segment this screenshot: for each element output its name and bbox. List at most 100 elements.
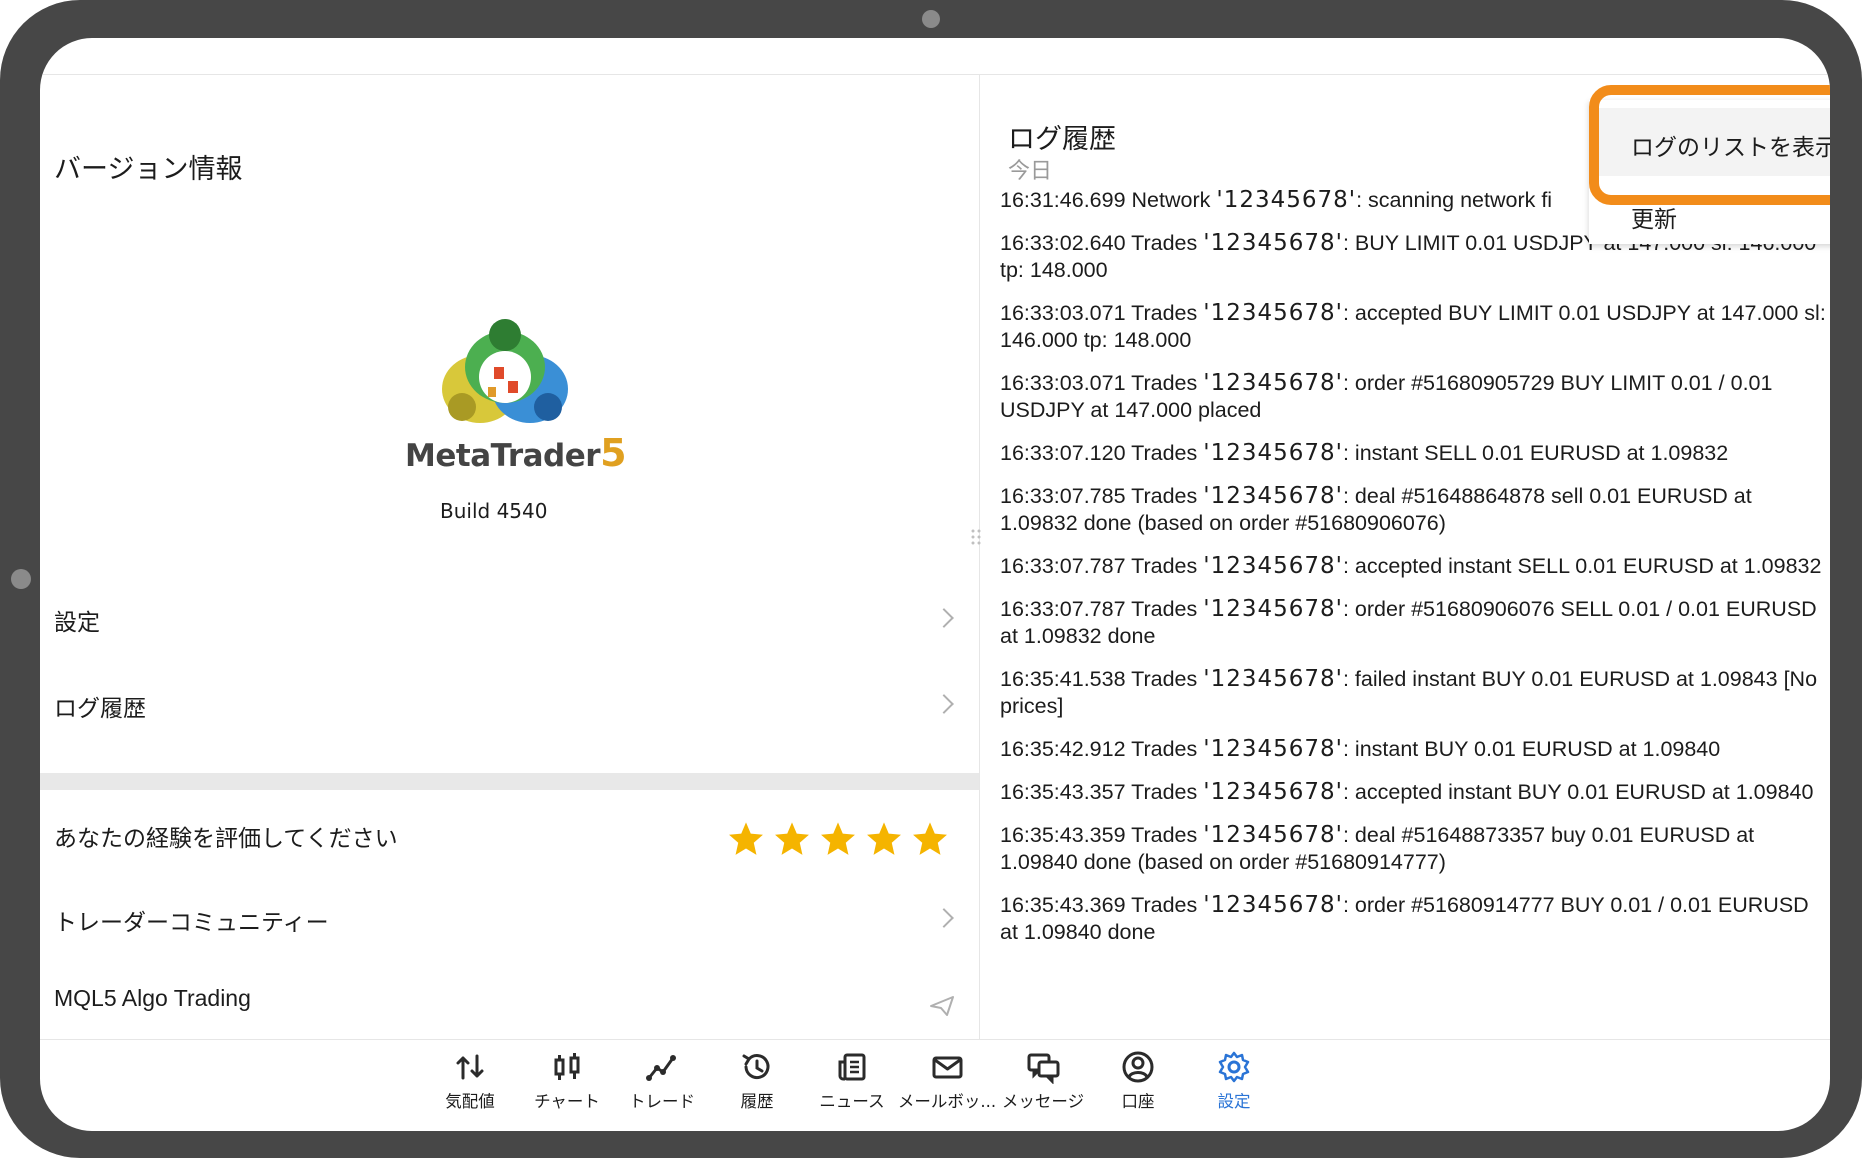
log-source: Trades — [1131, 484, 1198, 508]
log-history-row[interactable]: ログ履歴 — [40, 671, 979, 737]
star-icon[interactable] — [727, 820, 765, 858]
log-account: '12345678' — [1203, 666, 1343, 692]
messages-icon — [1027, 1053, 1060, 1084]
log-entry: 16:33:07.787 Trades '12345678': accepted… — [1000, 553, 1830, 580]
log-source: Trades — [1131, 737, 1198, 761]
log-account: '12345678' — [1203, 779, 1343, 805]
settings-row[interactable]: 設定 — [40, 585, 979, 651]
log-message: : scanning network fi — [1356, 188, 1553, 212]
log-source: Trades — [1131, 231, 1198, 255]
log-list[interactable]: 16:31:46.699 Network '12345678': scannin… — [1000, 187, 1830, 962]
log-account: '12345678' — [1216, 187, 1357, 213]
about-pane: バージョン情報 MetaTrader5 Build 4540 設定 ログ履歴 あ… — [40, 75, 979, 1039]
log-entry: 16:35:42.912 Trades '12345678': instant … — [1000, 736, 1830, 763]
star-icon[interactable] — [773, 820, 811, 858]
log-source: Network — [1131, 188, 1211, 212]
log-message: : accepted instant SELL 0.01 EURUSD at 1… — [1342, 554, 1822, 578]
log-entry: 16:33:07.787 Trades '12345678': order #5… — [1000, 596, 1830, 650]
quotes-icon — [456, 1054, 484, 1080]
nav-label: 口座 — [1121, 1092, 1155, 1111]
rate-experience-label: あなたの経験を評価してください — [54, 826, 398, 852]
star-icon[interactable] — [819, 820, 857, 858]
history-icon — [742, 1054, 770, 1080]
log-source: Trades — [1131, 667, 1198, 691]
log-time: 16:35:43.357 — [1000, 780, 1126, 804]
log-entry: 16:33:07.785 Trades '12345678': deal #51… — [1000, 483, 1830, 537]
log-account: '12345678' — [1203, 596, 1343, 622]
news-icon — [838, 1053, 866, 1081]
log-time: 16:35:43.359 — [1000, 823, 1126, 847]
log-time: 16:33:02.640 — [1000, 231, 1126, 255]
star-icon[interactable] — [865, 820, 903, 858]
nav-tab-mailbox[interactable]: メールボッ... — [892, 1050, 1002, 1112]
status-strip — [40, 38, 1830, 74]
nav-tab-history[interactable]: 履歴 — [702, 1050, 812, 1112]
log-time: 16:33:07.787 — [1000, 597, 1126, 621]
nav-label: メールボッ... — [897, 1092, 997, 1111]
nav-label: メッセージ — [1001, 1092, 1085, 1111]
log-source: Trades — [1131, 823, 1198, 847]
build-number: Build 4540 — [440, 499, 548, 523]
section-separator — [40, 773, 979, 790]
log-account: '12345678' — [1203, 300, 1343, 326]
log-entry: 16:33:03.071 Trades '12345678': order #5… — [1000, 370, 1830, 424]
star-icon[interactable] — [911, 820, 949, 858]
log-entry: 16:35:41.538 Trades '12345678': failed i… — [1000, 666, 1830, 720]
brand-name: MetaTrader5 — [405, 431, 627, 475]
log-account: '12345678' — [1203, 483, 1343, 509]
send-icon — [930, 996, 954, 1016]
log-account: '12345678' — [1203, 736, 1343, 762]
nav-tab-settings[interactable]: 設定 — [1179, 1050, 1289, 1112]
nav-tab-quotes[interactable]: 気配値 — [415, 1050, 525, 1112]
settings-label: 設定 — [54, 610, 100, 636]
log-time: 16:33:03.071 — [1000, 301, 1126, 325]
account-icon — [1122, 1051, 1154, 1083]
chevron-right-icon — [934, 608, 954, 628]
log-entry: 16:35:43.359 Trades '12345678': deal #51… — [1000, 822, 1830, 876]
log-source: Trades — [1131, 441, 1198, 465]
log-source: Trades — [1131, 301, 1198, 325]
rating-stars[interactable] — [727, 820, 949, 858]
nav-tab-messages[interactable]: メッセージ — [988, 1050, 1098, 1112]
nav-tab-trade[interactable]: トレード — [607, 1050, 717, 1112]
chevron-right-icon — [934, 694, 954, 714]
app-screen: バージョン情報 MetaTrader5 Build 4540 設定 ログ履歴 あ… — [40, 38, 1830, 1131]
log-source: Trades — [1131, 780, 1198, 804]
nav-label: チャート — [534, 1092, 600, 1111]
mql5-algo-trading-row[interactable]: MQL5 Algo Trading — [40, 969, 979, 1035]
log-time: 16:35:42.912 — [1000, 737, 1126, 761]
log-account: '12345678' — [1203, 230, 1343, 256]
bottom-navigation: 気配値 チャート トレード 履歴 ニュース メールボッ... メッセージ 口座 設定 — [40, 1040, 1830, 1131]
nav-label: 履歴 — [740, 1092, 774, 1111]
log-account: '12345678' — [1203, 822, 1343, 848]
metatrader-logo-icon — [442, 319, 568, 423]
mailbox-icon — [932, 1056, 963, 1079]
mql5-algo-trading-label: MQL5 Algo Trading — [54, 985, 251, 1011]
log-time: 16:33:07.120 — [1000, 441, 1126, 465]
log-time: 16:33:07.787 — [1000, 554, 1126, 578]
nav-tab-news[interactable]: ニュース — [797, 1050, 907, 1112]
log-time: 16:35:43.369 — [1000, 893, 1126, 917]
nav-tab-account[interactable]: 口座 — [1083, 1050, 1193, 1112]
log-time: 16:33:07.785 — [1000, 484, 1126, 508]
log-history-label: ログ履歴 — [54, 696, 146, 722]
log-history-title: ログ履歴 — [1008, 124, 1116, 155]
settings-icon — [1218, 1051, 1250, 1083]
nav-label: トレード — [629, 1092, 695, 1111]
log-message: : instant SELL 0.01 EURUSD at 1.09832 — [1342, 441, 1729, 465]
trader-community-row[interactable]: トレーダーコミュニティー — [40, 885, 979, 951]
log-source: Trades — [1131, 893, 1198, 917]
chart-icon — [554, 1053, 580, 1080]
version-info-title: バージョン情報 — [54, 154, 243, 185]
log-message: : accepted instant BUY 0.01 EURUSD at 1.… — [1342, 780, 1814, 804]
annotation-highlight — [1589, 85, 1830, 205]
nav-label: 設定 — [1217, 1092, 1251, 1111]
log-account: '12345678' — [1203, 553, 1343, 579]
nav-tab-chart[interactable]: チャート — [512, 1050, 622, 1112]
nav-label: 気配値 — [445, 1092, 495, 1111]
log-entry: 16:35:43.357 Trades '12345678': accepted… — [1000, 779, 1830, 806]
log-source: Trades — [1131, 554, 1198, 578]
nav-label: ニュース — [819, 1092, 885, 1111]
trade-icon — [646, 1055, 676, 1081]
log-source: Trades — [1131, 371, 1198, 395]
